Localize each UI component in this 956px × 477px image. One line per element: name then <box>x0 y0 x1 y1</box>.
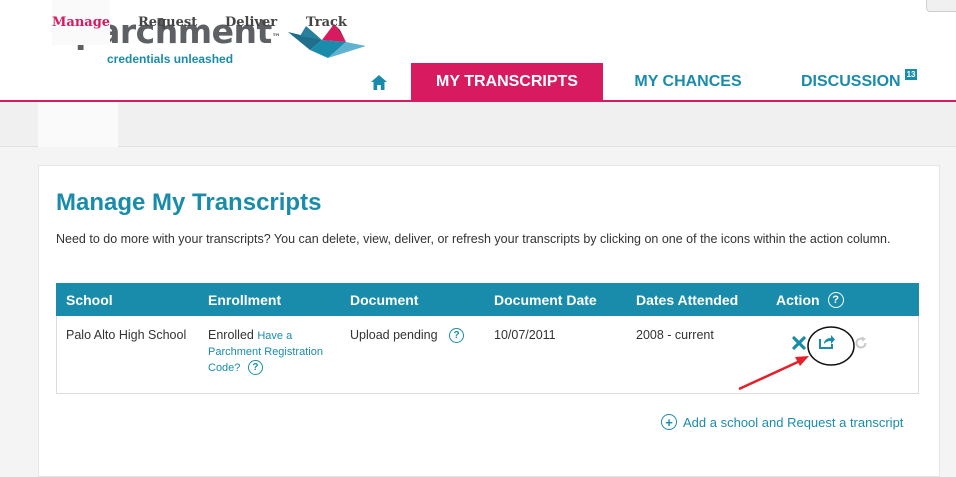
subnav-manage[interactable]: Manage <box>52 0 111 45</box>
column-header-action: Action ? <box>776 283 844 316</box>
add-school-link[interactable]: + Add a school and Request a transcript <box>661 414 903 430</box>
column-header-enrollment: Enrollment <box>208 291 282 308</box>
intro-text: Need to do more with your transcripts? Y… <box>56 232 891 246</box>
table-row: Palo Alto High School Enrolled Have a Pa… <box>56 316 919 394</box>
column-header-document: Document <box>350 291 419 308</box>
page-title: Manage My Transcripts <box>56 189 322 216</box>
cell-dates-attended: 2008 - current <box>636 328 714 342</box>
corner-tab <box>926 0 956 12</box>
tab-my-transcripts[interactable]: MY TRANSCRIPTS <box>411 63 603 101</box>
sub-navigation <box>0 102 956 147</box>
logo-tagline: credentials unleashed <box>107 52 234 66</box>
table-header: School Enrollment Document Document Date… <box>56 283 919 316</box>
document-status: Upload pending <box>350 328 438 342</box>
tab-label: MY CHANCES <box>634 73 742 90</box>
home-icon <box>371 74 387 90</box>
nav-home[interactable] <box>350 63 408 101</box>
tab-my-chances[interactable]: MY CHANCES <box>603 63 773 101</box>
column-header-dates-attended: Dates Attended <box>636 291 739 308</box>
subnav-deliver[interactable]: Deliver <box>225 0 277 45</box>
subnav-active-highlight <box>38 102 118 147</box>
add-school-label: Add a school and Request a transcript <box>683 414 904 430</box>
column-header-action-label: Action <box>776 291 820 308</box>
help-icon[interactable]: ? <box>827 291 844 308</box>
plus-circle-icon: + <box>661 414 677 430</box>
notification-badge: 13 <box>904 68 918 80</box>
tab-label: MY TRANSCRIPTS <box>436 73 578 90</box>
column-header-school: School <box>66 291 113 308</box>
share-icon[interactable] <box>818 334 836 350</box>
refresh-icon[interactable] <box>854 336 868 350</box>
cell-school: Palo Alto High School <box>66 328 187 342</box>
transcripts-table: School Enrollment Document Document Date… <box>56 283 919 394</box>
cell-enrollment: Enrolled Have a Parchment Registration C… <box>208 328 336 376</box>
subnav-request[interactable]: Request <box>138 0 197 45</box>
tab-discussion[interactable]: DISCUSSION 13 <box>773 63 943 101</box>
help-icon[interactable]: ? <box>449 328 465 344</box>
delete-icon[interactable] <box>792 336 806 350</box>
cell-document: Upload pending ? <box>350 328 465 344</box>
enrollment-status: Enrolled <box>208 328 254 342</box>
cell-document-date: 10/07/2011 <box>494 328 556 342</box>
help-icon[interactable]: ? <box>247 360 263 376</box>
tab-label: DISCUSSION <box>801 73 901 90</box>
subnav-track[interactable]: Track <box>306 0 347 45</box>
cell-action <box>792 328 892 358</box>
column-header-document-date: Document Date <box>494 291 597 308</box>
